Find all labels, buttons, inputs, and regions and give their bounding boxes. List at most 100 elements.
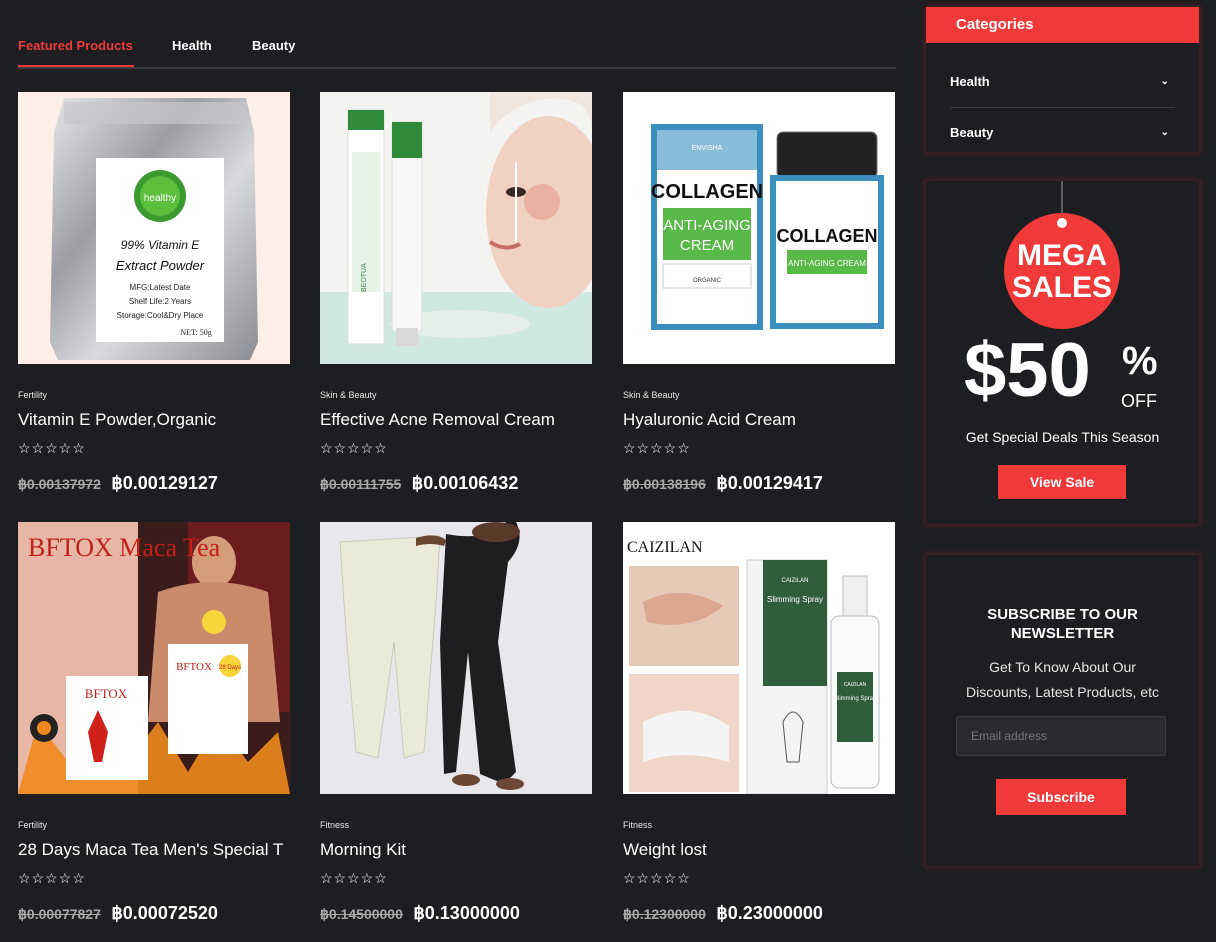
product-image[interactable]: BFTOX Maca Tea BFTOX BFTOX 28 Days bbox=[18, 522, 290, 794]
svg-text:Slimming Spray: Slimming Spray bbox=[834, 696, 876, 702]
promo-tagline: Get Special Deals This Season bbox=[965, 429, 1160, 445]
old-price: ฿0.00138196 bbox=[623, 476, 706, 492]
old-price: ฿0.14500000 bbox=[320, 906, 403, 922]
sale-price: ฿0.00129127 bbox=[111, 473, 218, 493]
product-name[interactable]: Hyaluronic Acid Cream bbox=[623, 410, 895, 430]
maca-tea-graphic: BFTOX Maca Tea BFTOX BFTOX 28 Days bbox=[18, 522, 290, 794]
tab-health[interactable]: Health bbox=[172, 38, 212, 53]
product-price: ฿0.12300000 ฿0.23000000 bbox=[623, 903, 823, 924]
star-rating: ☆☆☆☆☆ bbox=[623, 870, 691, 886]
product-name[interactable]: Effective Acne Removal Cream bbox=[320, 410, 592, 430]
newsletter-desc-line: Discounts, Latest Products, etc bbox=[966, 684, 1159, 700]
chevron-down-icon[interactable]: ⌄ bbox=[1161, 108, 1169, 158]
categories-widget: Categories Health ⌄ Beauty ⌄ bbox=[925, 6, 1200, 153]
category-label[interactable]: Beauty bbox=[950, 125, 993, 140]
svg-text:Shelf Life:2 Years: Shelf Life:2 Years bbox=[129, 297, 191, 306]
email-input[interactable] bbox=[956, 716, 1166, 756]
old-price: ฿0.00077827 bbox=[18, 906, 101, 922]
product-name[interactable]: Morning Kit bbox=[320, 840, 592, 860]
svg-text:COLLAGEN: COLLAGEN bbox=[651, 181, 763, 203]
subscribe-button[interactable]: Subscribe bbox=[996, 779, 1126, 815]
product-card: BEOTUA Skin & Beauty Effective Acne Remo… bbox=[320, 92, 592, 512]
active-tab-indicator bbox=[18, 65, 134, 67]
chevron-down-icon[interactable]: ⌄ bbox=[1161, 57, 1169, 107]
svg-text:99% Vitamin E: 99% Vitamin E bbox=[121, 238, 200, 252]
svg-text:28 Days: 28 Days bbox=[219, 665, 241, 671]
product-category[interactable]: Fitness bbox=[320, 820, 349, 830]
svg-text:ANTI-AGING CREAM: ANTI-AGING CREAM bbox=[788, 259, 866, 268]
category-label[interactable]: Health bbox=[950, 74, 990, 89]
svg-text:CAIZILAN: CAIZILAN bbox=[781, 578, 808, 584]
product-price: ฿0.00138196 ฿0.00129417 bbox=[623, 473, 823, 494]
svg-text:Extract Powder: Extract Powder bbox=[116, 258, 205, 273]
svg-text:MFG:Latest Date: MFG:Latest Date bbox=[130, 283, 191, 292]
star-rating: ☆☆☆☆☆ bbox=[320, 870, 388, 886]
sale-price: ฿0.00072520 bbox=[111, 903, 218, 923]
star-rating: ☆☆☆☆☆ bbox=[18, 440, 86, 456]
svg-text:SALES: SALES bbox=[1012, 271, 1112, 304]
svg-text:BFTOX Maca Tea: BFTOX Maca Tea bbox=[28, 533, 221, 562]
svg-text:ORGANIC: ORGANIC bbox=[693, 278, 722, 284]
percent-sign: % bbox=[1122, 339, 1158, 383]
tab-beauty[interactable]: Beauty bbox=[252, 38, 295, 53]
product-price: ฿0.00077827 ฿0.00072520 bbox=[18, 903, 218, 924]
svg-text:healthy: healthy bbox=[144, 193, 176, 204]
product-price: ฿0.00137972 ฿0.00129127 bbox=[18, 473, 218, 494]
main-content: Featured Products Health Beauty healthy … bbox=[18, 0, 896, 923]
category-item-health[interactable]: Health ⌄ bbox=[950, 57, 1175, 107]
discount-amount: $50 bbox=[964, 328, 1091, 413]
old-price: ฿0.00111755 bbox=[320, 476, 402, 492]
mega-sales-banner: MEGA SALES $50 % OFF Get Special Deals T… bbox=[925, 180, 1200, 525]
product-name[interactable]: 28 Days Maca Tea Men's Special T bbox=[18, 840, 290, 860]
product-price: ฿0.00111755 ฿0.00106432 bbox=[320, 473, 518, 494]
newsletter-title: SUBSCRIBE TO OUR NEWSLETTER bbox=[926, 605, 1199, 643]
svg-text:CAIZILAN: CAIZILAN bbox=[627, 539, 703, 556]
star-rating: ☆☆☆☆☆ bbox=[18, 870, 86, 886]
acne-cream-graphic: BEOTUA bbox=[320, 92, 592, 364]
star-rating: ☆☆☆☆☆ bbox=[623, 440, 691, 456]
vitamin-pouch-graphic: healthy 99% Vitamin E Extract Powder MFG… bbox=[50, 98, 258, 360]
product-name[interactable]: Weight lost bbox=[623, 840, 895, 860]
svg-text:ENVISHA: ENVISHA bbox=[692, 145, 723, 152]
product-card: Fitness Morning Kit ☆☆☆☆☆ ฿0.14500000 ฿0… bbox=[320, 522, 592, 942]
svg-text:NET: 50g: NET: 50g bbox=[180, 328, 211, 337]
product-category[interactable]: Fertility bbox=[18, 390, 47, 400]
categories-title: Categories bbox=[926, 7, 1199, 43]
sale-price: ฿0.00106432 bbox=[411, 473, 519, 493]
product-category[interactable]: Fertility bbox=[18, 820, 47, 830]
product-category[interactable]: Skin & Beauty bbox=[320, 390, 377, 400]
product-image[interactable]: ENVISHA COLLAGEN ANTI-AGING CREAM ORGANI… bbox=[623, 92, 895, 364]
newsletter-title-line: NEWSLETTER bbox=[1010, 625, 1115, 642]
product-image[interactable] bbox=[320, 522, 592, 794]
view-sale-button[interactable]: View Sale bbox=[998, 465, 1126, 499]
svg-text:BFTOX: BFTOX bbox=[85, 686, 128, 701]
product-image[interactable]: BEOTUA bbox=[320, 92, 592, 364]
product-price: ฿0.14500000 ฿0.13000000 bbox=[320, 903, 520, 924]
svg-text:BEOTUA: BEOTUA bbox=[361, 263, 368, 292]
svg-text:CAIZILAN: CAIZILAN bbox=[844, 682, 867, 688]
svg-text:ANTI-AGING: ANTI-AGING bbox=[663, 217, 751, 234]
svg-text:COLLAGEN: COLLAGEN bbox=[777, 226, 878, 246]
collagen-cream-graphic: ENVISHA COLLAGEN ANTI-AGING CREAM ORGANI… bbox=[651, 124, 884, 330]
slimming-spray-graphic: CAIZILAN CAIZILAN Slimming Spray CAIZILA… bbox=[627, 539, 880, 794]
product-image[interactable]: CAIZILAN CAIZILAN Slimming Spray CAIZILA… bbox=[623, 522, 895, 794]
newsletter-title-line: SUBSCRIBE TO OUR bbox=[987, 606, 1138, 623]
product-tabs: Featured Products Health Beauty bbox=[18, 0, 896, 69]
old-price: ฿0.00137972 bbox=[18, 476, 101, 492]
sale-price: ฿0.13000000 bbox=[413, 903, 520, 923]
newsletter-description: Get To Know About Our Discounts, Latest … bbox=[926, 655, 1199, 705]
product-category[interactable]: Skin & Beauty bbox=[623, 390, 680, 400]
product-category[interactable]: Fitness bbox=[623, 820, 652, 830]
product-name[interactable]: Vitamin E Powder,Organic bbox=[18, 410, 290, 430]
svg-text:BFTOX: BFTOX bbox=[176, 661, 212, 673]
svg-text:Storage:Cool&Dry Place: Storage:Cool&Dry Place bbox=[117, 311, 204, 320]
product-card: healthy 99% Vitamin E Extract Powder MFG… bbox=[18, 92, 290, 512]
leggings-graphic bbox=[339, 522, 524, 790]
star-rating: ☆☆☆☆☆ bbox=[320, 440, 388, 456]
svg-text:CREAM: CREAM bbox=[680, 237, 734, 254]
product-card: BFTOX Maca Tea BFTOX BFTOX 28 Days Ferti… bbox=[18, 522, 290, 942]
tab-featured-products[interactable]: Featured Products bbox=[18, 38, 133, 53]
category-item-beauty[interactable]: Beauty ⌄ bbox=[950, 107, 1175, 158]
product-image[interactable]: healthy 99% Vitamin E Extract Powder MFG… bbox=[18, 92, 290, 364]
product-card: ENVISHA COLLAGEN ANTI-AGING CREAM ORGANI… bbox=[623, 92, 895, 512]
